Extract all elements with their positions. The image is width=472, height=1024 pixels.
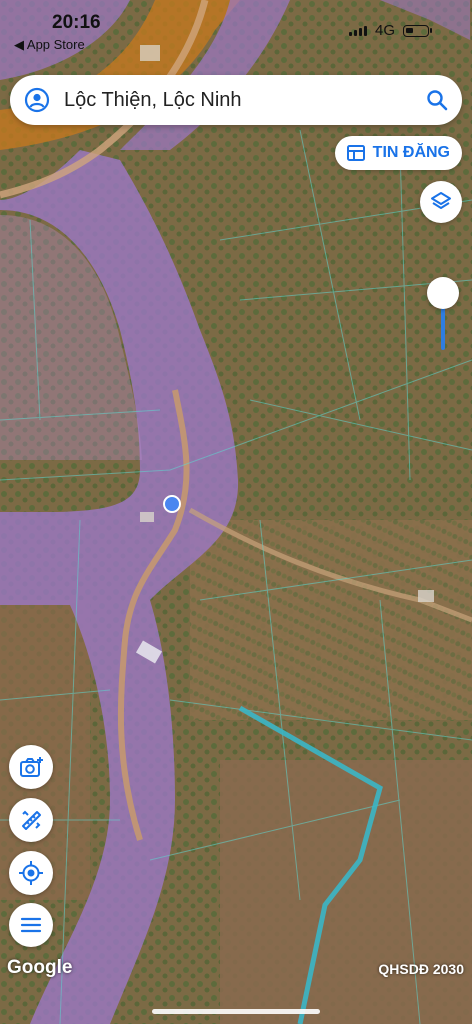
post-listing-label: TIN ĐĂNG xyxy=(372,144,450,161)
network-label: 4G xyxy=(374,22,395,39)
layers-button[interactable] xyxy=(420,181,462,223)
signal-icon xyxy=(348,25,367,36)
home-indicator[interactable] xyxy=(152,1009,320,1014)
post-listing-button[interactable]: TIN ĐĂNG xyxy=(334,136,462,170)
status-bar: 20:16 ◀ App Store 4G xyxy=(0,0,472,56)
newspaper-icon xyxy=(346,145,365,161)
my-location-button[interactable] xyxy=(9,851,53,895)
search-input[interactable]: Lộc Thiện, Lộc Ninh xyxy=(64,89,426,112)
menu-icon xyxy=(20,916,42,934)
camera-button[interactable] xyxy=(9,745,53,789)
layers-icon xyxy=(429,190,453,214)
menu-button[interactable] xyxy=(9,903,53,947)
status-time: 20:16 xyxy=(52,12,101,33)
my-location-icon xyxy=(18,860,44,886)
measure-button[interactable] xyxy=(9,798,53,842)
account-icon[interactable] xyxy=(24,87,50,113)
status-indicators: 4G xyxy=(348,22,432,39)
camera-add-icon xyxy=(18,755,44,779)
battery-icon xyxy=(403,24,432,37)
current-location-dot xyxy=(163,495,181,513)
opacity-slider-handle[interactable] xyxy=(427,277,459,309)
search-bar[interactable]: Lộc Thiện, Lộc Ninh xyxy=(10,75,462,125)
google-attribution: Google xyxy=(7,957,73,978)
back-to-app-store-link[interactable]: ◀ App Store xyxy=(14,37,85,53)
planning-layer-label: QHSDĐ 2030 xyxy=(378,961,464,977)
measure-ruler-icon xyxy=(19,808,43,832)
search-icon[interactable] xyxy=(426,89,448,111)
